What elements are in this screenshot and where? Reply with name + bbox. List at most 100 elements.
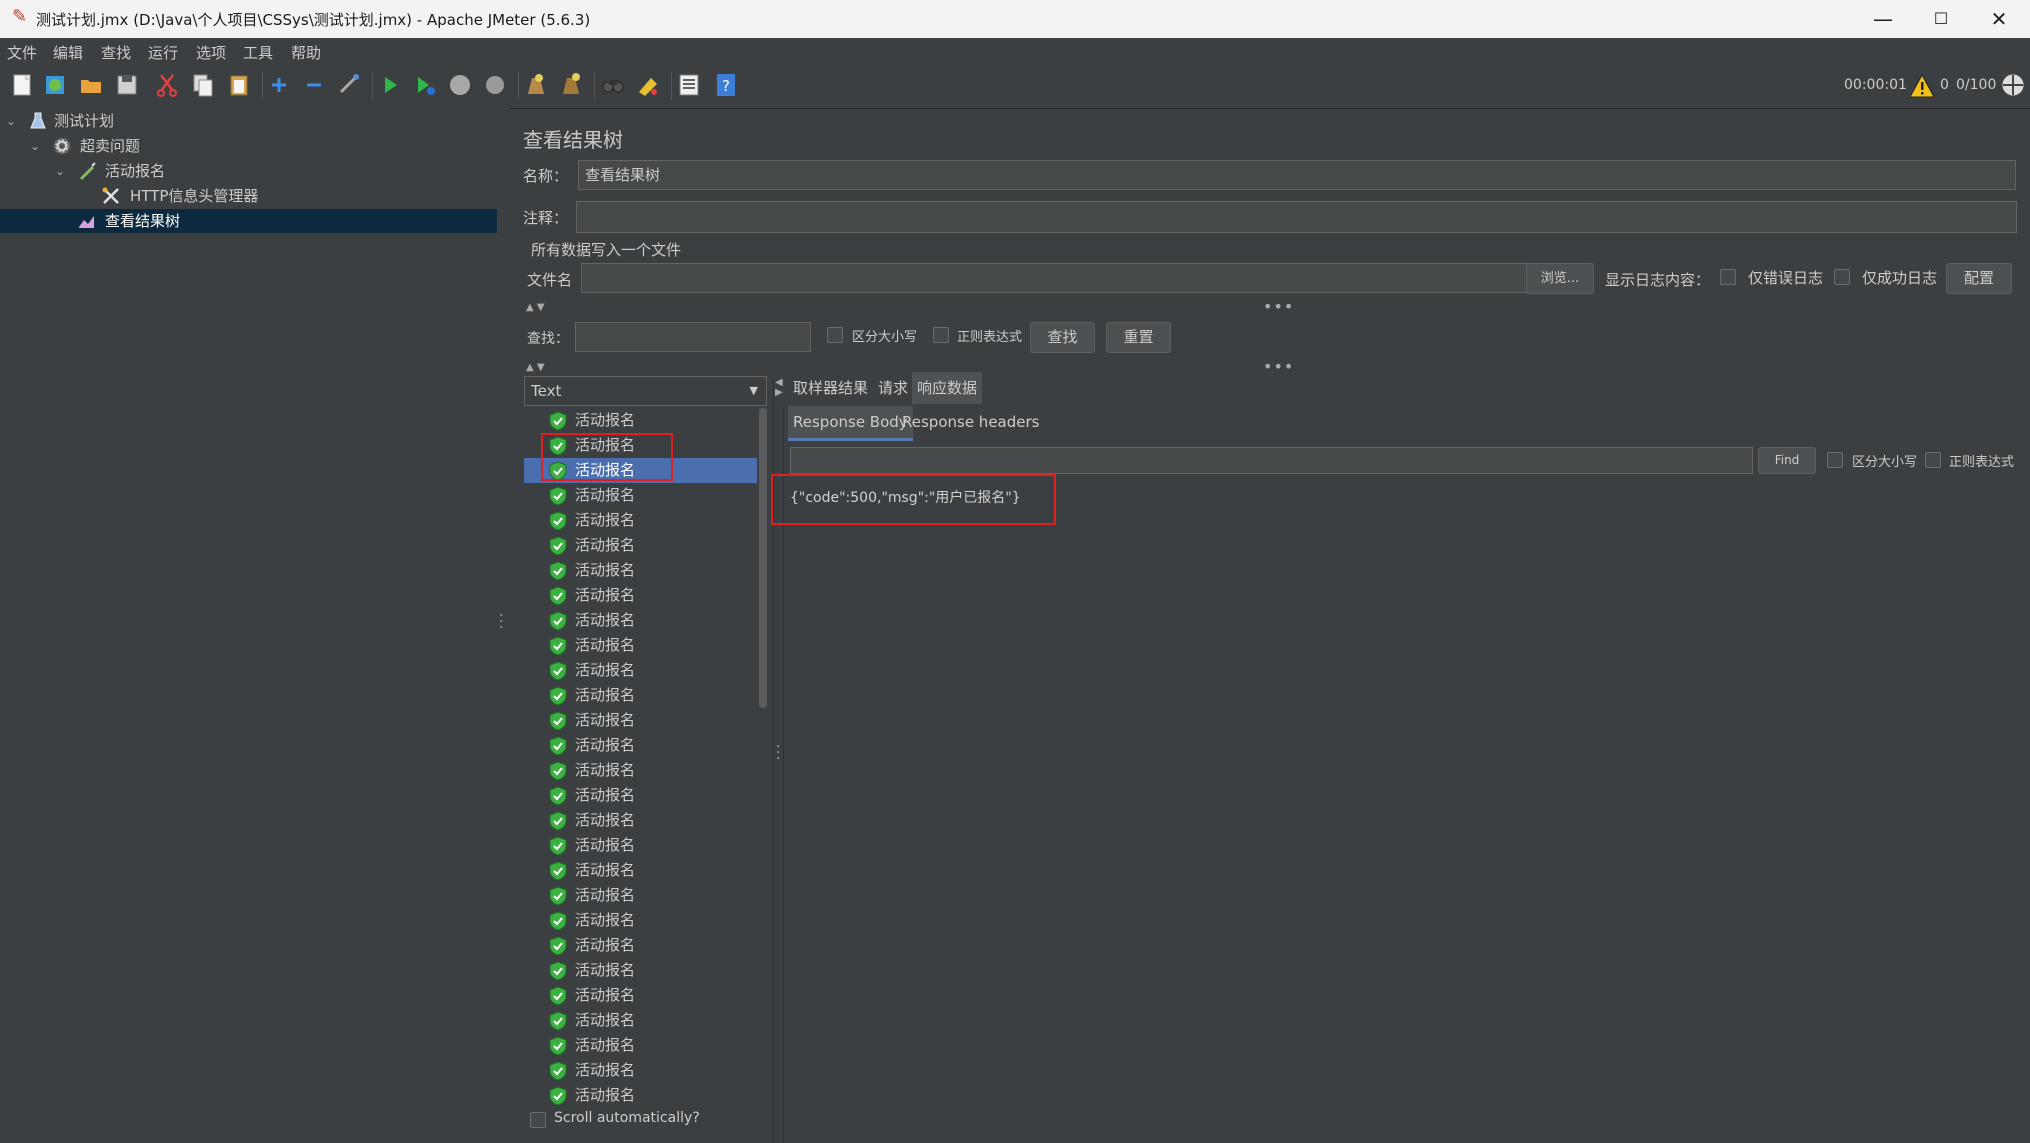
result-list-item[interactable]: 活动报名	[524, 808, 757, 833]
result-list-item[interactable]: 活动报名	[524, 608, 757, 633]
tree-node-http-sampler[interactable]: ⌄ 活动报名	[0, 159, 497, 183]
filename-field[interactable]	[581, 263, 1586, 293]
result-list-item[interactable]: 活动报名	[524, 558, 757, 583]
response-regex-checkbox[interactable]	[1925, 452, 1941, 468]
start-icon[interactable]	[377, 72, 403, 98]
menu-search[interactable]: 查找	[101, 42, 131, 63]
result-item-label: 活动报名	[575, 661, 636, 679]
tree-node-thread-group[interactable]: ⌄ 超卖问题	[0, 134, 497, 158]
result-list-item[interactable]: 活动报名	[524, 1033, 757, 1058]
save-icon[interactable]	[114, 72, 140, 98]
result-list-item[interactable]: 活动报名	[524, 858, 757, 883]
tree-node-view-results-tree[interactable]: 查看结果树	[0, 209, 497, 233]
result-list-item[interactable]: 活动报名	[524, 933, 757, 958]
clear-icon[interactable]	[522, 72, 548, 98]
result-list-item[interactable]: 活动报名	[524, 533, 757, 558]
renderer-select[interactable]: Text ▼	[524, 376, 767, 406]
search-binoculars-icon[interactable]	[600, 72, 626, 98]
tab-response-headers[interactable]: Response headers	[897, 406, 1044, 438]
success-shield-icon	[549, 411, 567, 431]
collapse-arrows-icon[interactable]: ▲ ▼	[526, 302, 545, 313]
result-list-item[interactable]: 活动报名	[524, 833, 757, 858]
response-search-input[interactable]	[790, 447, 1753, 474]
search-input[interactable]	[575, 322, 811, 352]
menu-file[interactable]: 文件	[7, 42, 37, 63]
shutdown-icon[interactable]	[482, 72, 508, 98]
open-icon[interactable]	[78, 72, 104, 98]
menu-edit[interactable]: 编辑	[53, 42, 83, 63]
tree-node-header-manager[interactable]: HTTP信息头管理器	[0, 184, 497, 208]
result-list-item[interactable]: 活动报名	[524, 958, 757, 983]
results-scrollbar[interactable]	[759, 408, 767, 708]
result-list-item[interactable]: 活动报名	[524, 483, 757, 508]
stop-icon[interactable]	[447, 72, 473, 98]
close-button[interactable]: ✕	[1970, 0, 2028, 38]
result-item-label: 活动报名	[575, 961, 636, 979]
configure-button[interactable]: 配置	[1946, 263, 2012, 294]
splitter-handle-icon[interactable]: •••	[1263, 297, 1294, 316]
chevron-down-icon[interactable]: ⌄	[53, 159, 67, 183]
function-helper-icon[interactable]	[676, 72, 702, 98]
collapse-arrows-icon[interactable]: ◀ ▶	[775, 378, 783, 398]
menu-run[interactable]: 运行	[148, 42, 178, 63]
result-list-item[interactable]: 活动报名	[524, 508, 757, 533]
result-list-item[interactable]: 活动报名	[524, 1058, 757, 1083]
result-list-item[interactable]: 活动报名	[524, 1083, 757, 1108]
tree-node-test-plan[interactable]: ⌄ 测试计划	[0, 109, 497, 133]
success-only-checkbox[interactable]	[1834, 269, 1850, 285]
reset-button[interactable]: 重置	[1106, 322, 1171, 353]
remote-status-icon[interactable]	[2000, 72, 2026, 98]
copy-icon[interactable]	[190, 72, 216, 98]
case-sensitive-checkbox[interactable]	[827, 327, 843, 343]
menu-tools[interactable]: 工具	[243, 42, 273, 63]
new-icon[interactable]	[9, 72, 35, 98]
tab-request[interactable]: 请求	[873, 372, 913, 404]
minimize-button[interactable]: —	[1854, 0, 1912, 38]
result-list-item[interactable]: 活动报名	[524, 908, 757, 933]
find-button[interactable]: 查找	[1030, 322, 1095, 353]
expand-all-icon[interactable]	[266, 72, 292, 98]
templates-icon[interactable]	[42, 72, 68, 98]
tab-sampler-result[interactable]: 取样器结果	[788, 372, 873, 404]
result-list-item[interactable]: 活动报名	[524, 408, 757, 433]
result-list-item[interactable]: 活动报名	[524, 883, 757, 908]
result-list-item[interactable]: 活动报名	[524, 733, 757, 758]
scroll-auto-checkbox[interactable]	[530, 1112, 546, 1128]
result-list-item[interactable]: 活动报名	[524, 658, 757, 683]
result-list-item[interactable]: 活动报名	[524, 633, 757, 658]
response-find-button[interactable]: Find	[1758, 447, 1816, 474]
splitter-handle-icon[interactable]: •••	[1263, 357, 1294, 376]
paste-icon[interactable]	[226, 72, 252, 98]
response-case-checkbox[interactable]	[1827, 452, 1843, 468]
collapse-arrows-icon[interactable]: ▲ ▼	[526, 362, 545, 373]
menu-help[interactable]: 帮助	[291, 42, 321, 63]
result-list-item[interactable]: 活动报名	[524, 983, 757, 1008]
result-list-item[interactable]: 活动报名	[524, 583, 757, 608]
toggle-icon[interactable]	[336, 72, 362, 98]
result-list-item[interactable]: 活动报名	[524, 683, 757, 708]
warning-icon[interactable]	[1909, 73, 1935, 99]
chevron-down-icon[interactable]: ⌄	[4, 109, 18, 133]
menu-options[interactable]: 选项	[196, 42, 226, 63]
browse-button[interactable]: 浏览...	[1526, 263, 1594, 294]
result-list-item[interactable]: 活动报名	[524, 758, 757, 783]
comment-field[interactable]	[576, 201, 2017, 233]
result-list-item[interactable]: 活动报名	[524, 783, 757, 808]
help-icon[interactable]: ?	[713, 72, 739, 98]
collapse-all-icon[interactable]	[301, 72, 327, 98]
chevron-down-icon[interactable]: ⌄	[28, 134, 42, 158]
result-list-item[interactable]: 活动报名	[524, 1008, 757, 1033]
splitter-handle-icon[interactable]: · · ·	[776, 740, 780, 766]
name-field[interactable]: 查看结果树	[578, 160, 2016, 190]
tab-response-body[interactable]: Response Body	[788, 406, 913, 441]
main-splitter[interactable]: · · ·	[497, 108, 509, 1143]
start-no-pause-icon[interactable]	[412, 72, 438, 98]
errors-only-checkbox[interactable]	[1720, 269, 1736, 285]
clear-all-icon[interactable]	[558, 72, 584, 98]
regex-checkbox[interactable]	[933, 327, 949, 343]
reset-search-icon[interactable]	[635, 72, 661, 98]
maximize-button[interactable]: ☐	[1912, 0, 1970, 38]
tab-response-data[interactable]: 响应数据	[912, 372, 983, 404]
result-list-item[interactable]: 活动报名	[524, 708, 757, 733]
cut-icon[interactable]	[154, 72, 180, 98]
